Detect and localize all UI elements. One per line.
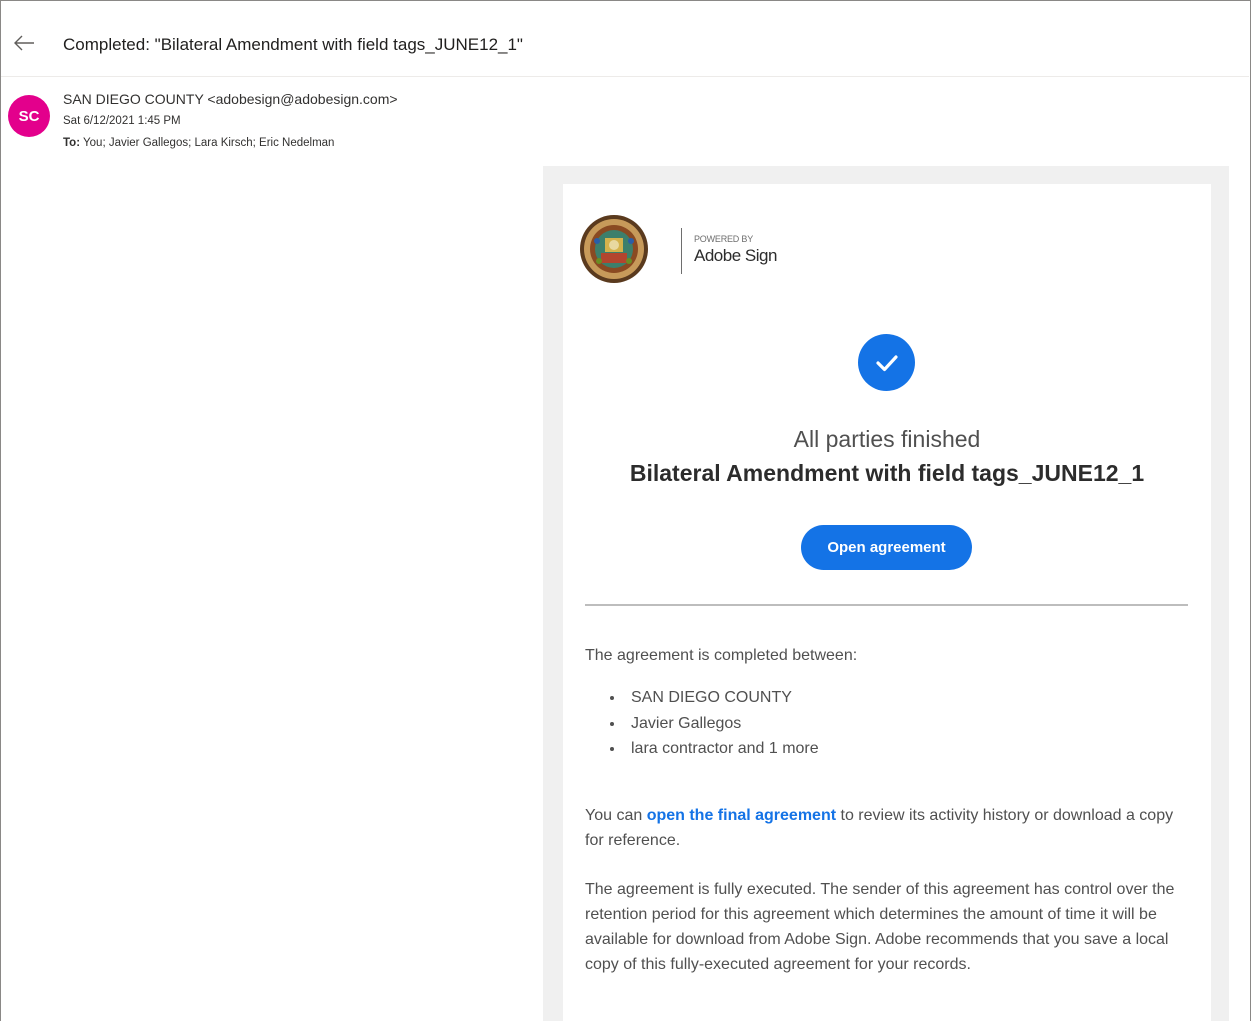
email-subject: Completed: "Bilateral Amendment with fie…: [63, 35, 523, 54]
open-final-agreement-link[interactable]: open the final agreement: [647, 807, 836, 824]
recipients-line: To: You; Javier Gallegos; Lara Kirsch; E…: [63, 137, 334, 149]
open-agreement-button[interactable]: Open agreement: [801, 525, 972, 570]
county-seal-logo: [580, 215, 648, 283]
sender-avatar[interactable]: SC: [8, 95, 50, 137]
agreement-title: Bilateral Amendment with field tags_JUNE…: [629, 460, 1145, 486]
party-item: lara contractor and 1 more: [610, 736, 819, 762]
party-item: SAN DIEGO COUNTY: [610, 685, 819, 711]
parties-list: SAN DIEGO COUNTY Javier Gallegos lara co…: [610, 685, 819, 762]
adobe-sign-logo: Adobe Sign: [694, 246, 777, 265]
checkmark-icon: [858, 334, 915, 391]
brand-divider: [681, 228, 682, 274]
sender-name[interactable]: SAN DIEGO COUNTY <adobesign@adobesign.co…: [63, 91, 398, 107]
back-arrow-icon[interactable]: [9, 31, 39, 55]
open-final-paragraph: You can open the final agreement to revi…: [585, 803, 1188, 853]
recipients-list[interactable]: You; Javier Gallegos; Lara Kirsch; Eric …: [83, 137, 334, 149]
sent-date: Sat 6/12/2021 1:45 PM: [63, 115, 181, 127]
section-divider: [585, 604, 1188, 606]
powered-by-label: POWERED BY: [694, 234, 754, 244]
para1-text-before: You can: [585, 807, 647, 824]
to-label: To:: [63, 137, 81, 149]
message-header: Completed: "Bilateral Amendment with fie…: [1, 1, 1249, 77]
party-item: Javier Gallegos: [610, 711, 819, 737]
retention-paragraph: The agreement is fully executed. The sen…: [585, 881, 1175, 973]
completion-status: All parties finished: [793, 426, 981, 452]
parties-intro: The agreement is completed between:: [585, 647, 858, 664]
